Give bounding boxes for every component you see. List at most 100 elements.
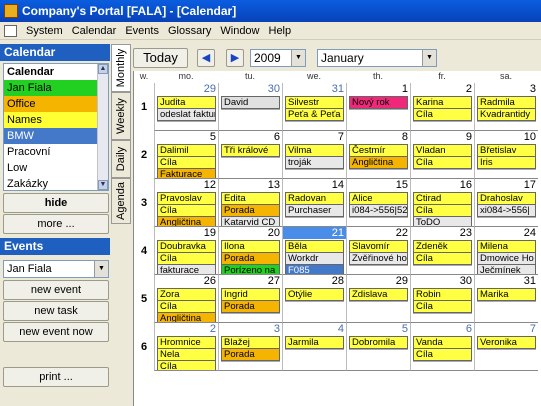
day-cell[interactable]: 16 Ctirad Cíla ToDO [410,179,474,227]
calendar-event[interactable]: Nový rok [349,96,408,109]
calendar-event[interactable]: Porada [221,300,280,313]
menu-help[interactable]: Help [269,25,292,37]
day-cell[interactable]: 3 Blažej Porada [218,323,282,371]
calendar-event[interactable]: Dobromila [349,336,408,349]
scroll-up-icon[interactable]: ▲ [98,64,108,74]
chevron-down-icon[interactable]: ▼ [94,261,108,277]
year-select[interactable]: 2009 ▼ [250,49,306,67]
calendar-event[interactable]: Porada [221,348,280,361]
day-cell[interactable]: 4 Jarmila [282,323,346,371]
day-cell[interactable]: 10 Břetislav Iris [474,131,538,179]
calendar-event[interactable]: Porízeno na [221,264,280,274]
calendar-event[interactable]: Marika [477,288,536,301]
day-cell[interactable]: 20 Ilona Porada Porízeno na [218,227,282,275]
tab-monthly[interactable]: Monthly [111,44,131,92]
day-cell[interactable]: 26 Zora Cíla Angličtina [154,275,218,323]
tab-agenda[interactable]: Agenda [111,178,131,224]
calendar-list-item[interactable]: Pracovní [4,144,97,160]
calendar-list[interactable]: Calendar Jan Fiala Office Names BMW Pracovní L… [3,63,109,191]
next-month-button[interactable]: ▶ [226,49,244,67]
calendar-event[interactable]: odeslat fakturu [157,108,216,121]
day-cell[interactable]: 31 Silvestr Peťa & Peťa [282,83,346,131]
calendar-event[interactable]: Angličtina [157,312,216,322]
menu-system[interactable]: System [26,25,63,37]
day-cell[interactable]: 30 Robin Cíla [410,275,474,323]
day-cell[interactable]: 17 Drahoslav xi084->556| [474,179,538,227]
calendar-event[interactable]: Cíla [413,156,472,169]
day-cell[interactable]: 1 Nový rok [346,83,410,131]
calendar-list-item[interactable]: Office [4,96,97,112]
calendar-event[interactable]: F085 [285,264,344,274]
calendar-event[interactable]: i084->556|528 [349,204,408,217]
day-cell[interactable]: 5 Dalimil Cíla Fakturace [154,131,218,179]
prev-month-button[interactable]: ◀ [197,49,215,67]
calendar-event[interactable]: Peťa & Peťa [285,108,344,121]
day-cell[interactable]: 5 Dobromila [346,323,410,371]
calendar-event[interactable]: Cíla [413,108,472,121]
today-button[interactable]: Today [133,48,188,68]
calendar-event[interactable]: Angličtina [157,216,216,226]
day-cell[interactable]: 14 Radovan Purchaser [282,179,346,227]
calendar-event[interactable]: Cíla [157,360,216,370]
calendar-event[interactable]: David [221,96,280,109]
month-select[interactable]: January ▼ [317,49,437,67]
day-cell[interactable]: 30 David [218,83,282,131]
day-cell[interactable]: 15 Alice i084->556|528 [346,179,410,227]
new-task-button[interactable]: new task [3,301,109,321]
menu-events[interactable]: Events [125,25,159,37]
day-cell[interactable]: 2 Karina Cíla [410,83,474,131]
tab-weekly[interactable]: Weekly [111,92,131,140]
day-cell[interactable]: 21 Běla Workdr F085 [282,227,346,275]
calendar-list-scrollbar[interactable]: ▲ ▼ [97,64,108,190]
day-cell[interactable]: 12 Pravoslav Cíla Angličtina [154,179,218,227]
calendar-event[interactable]: Jarmila [285,336,344,349]
calendar-event[interactable]: Ječmínek [477,264,536,274]
day-cell[interactable]: 22SlavomírZvěřinové hody [346,227,410,275]
day-cell[interactable]: 8 Čestmír Angličtina [346,131,410,179]
menu-glossary[interactable]: Glossary [168,25,211,37]
calendar-event[interactable]: Fakturace [157,168,216,178]
calendar-list-item[interactable]: Zakázky [4,176,97,190]
new-event-now-button[interactable]: new event now [3,322,109,342]
calendar-list-item[interactable]: BMW [4,128,97,144]
calendar-event[interactable]: Zdislava [349,288,408,301]
calendar-event[interactable]: Angličtina [349,156,408,169]
day-cell[interactable]: 6 Tři králové [218,131,282,179]
more-button[interactable]: more ... [3,214,109,234]
calendar-event[interactable]: Katarvid CD [221,216,280,226]
chevron-down-icon[interactable]: ▼ [291,50,305,66]
calendar-event[interactable]: Cíla [413,300,472,313]
calendar-event[interactable]: Iris [477,156,536,169]
hide-button[interactable]: hide [3,193,109,213]
day-cell[interactable]: 23 Zdeněk Cíla [410,227,474,275]
day-cell[interactable]: 2 Hromnice Nela Cíla [154,323,218,371]
calendar-list-item[interactable]: Names [4,112,97,128]
events-user-select[interactable]: Jan Fiala ▼ [3,260,109,278]
day-cell[interactable]: 9 Vladan Cíla [410,131,474,179]
tab-daily[interactable]: Daily [111,140,131,178]
day-cell[interactable]: 7 Veronika [474,323,538,371]
calendar-event[interactable]: xi084->556| [477,204,536,217]
day-cell[interactable]: 29 Zdislava [346,275,410,323]
calendar-event[interactable]: Kvadrantidy [477,108,536,121]
menu-window[interactable]: Window [220,25,259,37]
mdi-window-icon[interactable] [4,24,17,37]
scroll-down-icon[interactable]: ▼ [98,180,108,190]
calendar-list-item[interactable]: Jan Fiala [4,80,97,96]
day-cell[interactable]: 19 Doubravka Cíla fakturace [154,227,218,275]
day-cell[interactable]: 29Juditaodeslat fakturu [154,83,218,131]
day-cell[interactable]: 6 Vanda Cíla [410,323,474,371]
calendar-event[interactable]: Otýlie [285,288,344,301]
calendar-event[interactable]: troják [285,156,344,169]
print-button[interactable]: print ... [3,367,109,387]
calendar-event[interactable]: Veronika [477,336,536,349]
new-event-button[interactable]: new event [3,280,109,300]
calendar-event[interactable]: ToDO [413,216,472,226]
calendar-event[interactable]: Zvěřinové hody [349,252,408,265]
calendar-event[interactable]: Purchaser [285,204,344,217]
day-cell[interactable]: 28 Otýlie [282,275,346,323]
day-cell[interactable]: 27 Ingrid Porada [218,275,282,323]
day-cell[interactable]: 24 Milena Dmowice Ho Ječmínek [474,227,538,275]
day-cell[interactable]: 7 Vilma troják [282,131,346,179]
day-cell[interactable]: 3 Radmila Kvadrantidy [474,83,538,131]
